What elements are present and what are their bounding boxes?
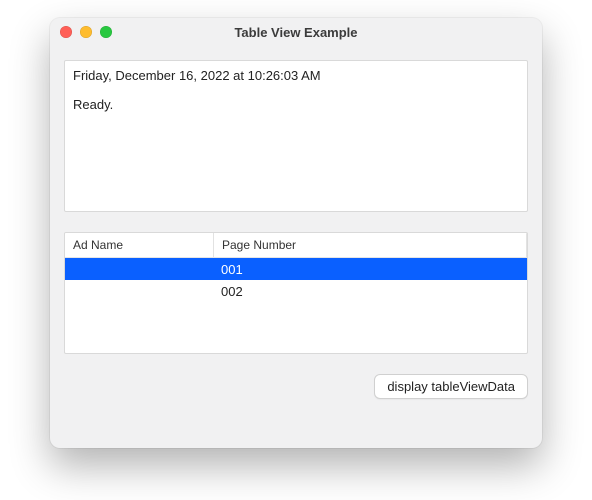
table-row[interactable]: 002 <box>65 280 527 302</box>
zoom-icon[interactable] <box>100 26 112 38</box>
app-window: Table View Example Friday, December 16, … <box>50 18 542 448</box>
log-timestamp: Friday, December 16, 2022 at 10:26:03 AM <box>73 67 519 86</box>
button-row: display tableViewData <box>64 374 528 399</box>
window-content: Friday, December 16, 2022 at 10:26:03 AM… <box>50 46 542 413</box>
close-icon[interactable] <box>60 26 72 38</box>
table-view[interactable]: Ad Name Page Number 001 002 <box>64 232 528 354</box>
table-row[interactable]: 001 <box>65 258 527 280</box>
display-tableviewdata-button[interactable]: display tableViewData <box>374 374 528 399</box>
cell-page-number: 002 <box>213 284 527 299</box>
column-header-page-number[interactable]: Page Number <box>214 233 527 257</box>
window-title: Table View Example <box>50 25 542 40</box>
table-header: Ad Name Page Number <box>65 233 527 258</box>
log-textview[interactable]: Friday, December 16, 2022 at 10:26:03 AM… <box>64 60 528 212</box>
window-controls <box>60 26 112 38</box>
minimize-icon[interactable] <box>80 26 92 38</box>
column-header-ad-name[interactable]: Ad Name <box>65 233 214 257</box>
log-status: Ready. <box>73 96 519 115</box>
cell-page-number: 001 <box>213 262 527 277</box>
titlebar[interactable]: Table View Example <box>50 18 542 46</box>
table-body: 001 002 <box>65 258 527 302</box>
